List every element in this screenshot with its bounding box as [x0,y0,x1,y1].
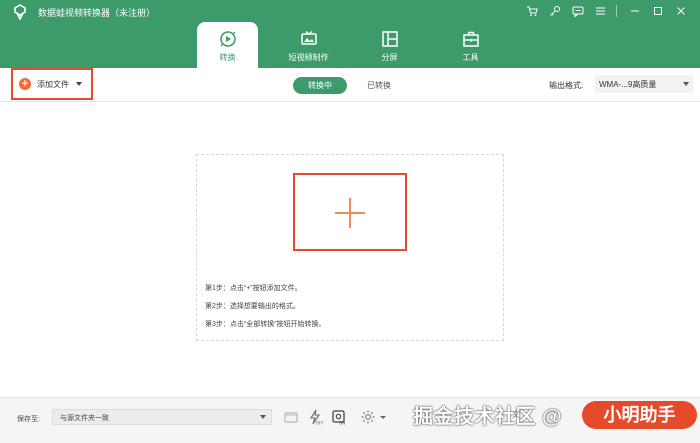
chevron-down-icon[interactable] [375,409,391,425]
menu-icon[interactable] [589,3,612,19]
save-to-label: 保存至: [17,416,40,423]
save-to-value: 与源文件夹一致 [60,415,109,422]
step-3-text: 第3步：点击“全部转换”按钮开始转换。 [205,321,326,328]
key-icon[interactable] [543,3,566,19]
minimize-icon[interactable] [623,3,646,19]
chevron-down-icon [683,82,689,86]
tab-convert-label: 转换 [219,53,236,62]
add-file-button[interactable]: + 添加文件 [11,68,93,100]
save-to-select[interactable]: 与源文件夹一致 [52,409,272,425]
cart-icon[interactable] [520,3,543,19]
plus-icon [335,198,365,228]
svg-text:OFF: OFF [316,421,323,426]
window-controls-divider [616,5,617,17]
split-screen-icon [381,31,398,47]
title-bar: 数据蛙视频转换器（未注册） 转换 短视频制作 分屏 工具 [0,0,700,68]
tab-converting[interactable]: 转换中 [293,77,347,94]
app-title: 数据蛙视频转换器（未注册） [38,8,156,18]
step-1-text: 第1步：点击“+”按钮添加文件。 [205,285,302,292]
tv-icon [300,31,317,45]
add-file-large-button[interactable] [293,173,407,251]
output-format-label: 输出格式: [549,81,584,90]
tab-short-video-label: 短视频制作 [288,53,329,62]
tab-tools[interactable]: 工具 [440,22,501,68]
convert-icon [219,31,236,47]
watermark-site: 掘金技术社区 @ [413,406,563,428]
step-2-text: 第2步：选择想要输出的格式。 [205,303,300,310]
window-controls [520,3,692,19]
output-format-select[interactable]: WMA-...9高质量 [595,75,693,93]
tab-split-screen-label: 分屏 [381,53,398,62]
tab-short-video[interactable]: 短视频制作 [278,22,339,68]
tab-converted[interactable]: 已转换 [367,80,391,91]
chat-icon[interactable] [566,3,589,19]
svg-text:ON: ON [339,421,345,426]
output-format-value: WMA-...9高质量 [599,80,657,89]
close-icon[interactable] [669,3,692,19]
toolbar: + 添加文件 转换中 已转换 输出格式: WMA-...9高质量 [0,68,700,102]
main-tabs: 转换 短视频制作 分屏 工具 [197,22,521,68]
toolbox-icon [462,31,479,47]
status-toggle: 转换中 已转换 [293,77,391,94]
tab-split-screen[interactable]: 分屏 [359,22,420,68]
tab-convert[interactable]: 转换 [197,22,258,68]
maximize-icon[interactable] [646,3,669,19]
watermark-faded-text: 文 [512,410,520,419]
add-file-label: 添加文件 [37,79,69,89]
folder-icon[interactable] [283,409,299,425]
settings-gear-icon[interactable] [360,409,376,425]
hardware-accel-off-icon[interactable]: OFF [307,409,323,425]
tab-tools-label: 工具 [462,53,479,62]
gpu-on-icon[interactable]: ON [331,409,347,425]
watermark-author-badge: 小明助手 [582,401,697,429]
add-circle-icon: + [19,78,31,90]
app-logo-icon [14,4,26,20]
chevron-down-icon[interactable] [76,82,82,86]
chevron-down-icon [260,415,266,419]
